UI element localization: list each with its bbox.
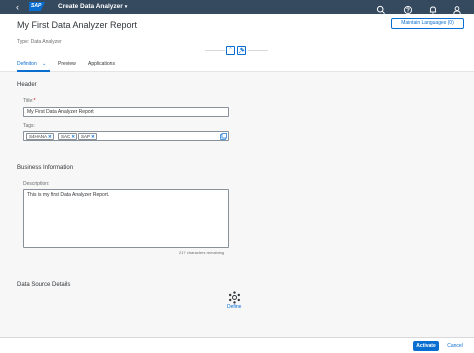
header-divider-left (205, 50, 225, 51)
tab-definition-label: Definiton (17, 61, 37, 67)
page-title: My First Data Analyzer Report (17, 20, 138, 30)
tag-token-label: SAC (61, 134, 71, 139)
tag-token[interactable]: SAP✕ (78, 133, 97, 140)
search-icon[interactable] (376, 2, 386, 14)
app-title-menu[interactable]: Create Data Analyzer ▾ (58, 2, 127, 12)
cube-network-icon[interactable] (228, 291, 241, 304)
tags-label: Tags: (23, 123, 35, 129)
pin-header-button[interactable] (237, 46, 246, 55)
close-icon[interactable]: ✕ (48, 134, 52, 139)
tab-preview[interactable]: Preview (58, 60, 76, 68)
character-counter: 217 characters remaining (179, 250, 225, 255)
title-label: Title:* (23, 98, 36, 104)
chevron-down-icon: ⌄ (42, 61, 47, 67)
required-marker: * (33, 98, 36, 104)
section-header-title: Header (17, 82, 37, 88)
define-link[interactable]: Define (227, 304, 241, 310)
chevron-down-icon: ▾ (124, 4, 128, 10)
collapse-header-button[interactable]: ⌃ (226, 46, 235, 55)
tag-token[interactable]: SAC✕ (58, 133, 78, 140)
tag-token-label: SAP (81, 134, 91, 139)
description-label: Description: (23, 181, 50, 187)
tag-token[interactable]: S4HANA✕ (26, 133, 54, 140)
active-tab-indicator (17, 70, 50, 72)
title-input[interactable]: My First Data Analyzer Report (23, 107, 229, 117)
cancel-button[interactable]: Cancel (443, 341, 467, 351)
close-icon[interactable]: ✕ (71, 134, 75, 139)
help-icon[interactable] (403, 2, 413, 15)
activate-button[interactable]: Activate (413, 341, 439, 351)
user-icon[interactable] (452, 2, 462, 15)
tab-applications[interactable]: Applications (88, 60, 115, 68)
description-textarea[interactable]: This is my first Data Analyzer Report. (23, 189, 229, 248)
close-icon[interactable]: ✕ (91, 134, 95, 139)
section-datasource-title: Data Source Details (17, 282, 71, 288)
object-type: Type: Data Analyzer (17, 39, 62, 45)
title-label-text: Title: (23, 98, 34, 104)
app-title: Create Data Analyzer (58, 3, 123, 10)
sap-logo: SAP (29, 2, 45, 11)
maintain-languages-button[interactable]: Maintain Languages (0) (391, 18, 464, 29)
section-business-title: Business Information (17, 165, 74, 171)
tag-token-label: S4HANA (29, 134, 48, 139)
tab-bar: Definiton ⌄ Preview Applications (0, 58, 474, 72)
header-divider-right (248, 50, 268, 51)
tags-input[interactable]: S4HANA✕ SAC✕ SAP✕ (23, 131, 229, 141)
value-help-icon[interactable] (220, 133, 227, 140)
tab-definition[interactable]: Definiton ⌄ (17, 60, 46, 68)
back-icon[interactable]: ‹ (16, 1, 19, 13)
footer-toolbar: Activate Cancel (0, 337, 474, 353)
notification-icon[interactable] (428, 2, 438, 14)
pin-icon (238, 47, 245, 54)
shell-bar: ‹ SAP Create Data Analyzer ▾ (0, 0, 474, 15)
